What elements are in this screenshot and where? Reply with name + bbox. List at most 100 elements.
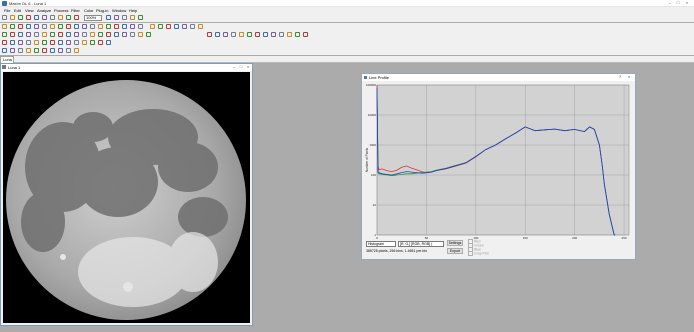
menu-plugin[interactable]: Plug-in xyxy=(96,7,108,14)
menu-analyze[interactable]: Analyze xyxy=(37,7,51,14)
toolbar-button-icon[interactable] xyxy=(66,24,71,29)
toolbar-button-icon[interactable] xyxy=(295,32,300,37)
toolbar-button-icon[interactable] xyxy=(130,15,135,20)
toolbar-button-icon[interactable] xyxy=(114,32,119,37)
toolbar-button-icon[interactable] xyxy=(58,40,63,45)
toolbar-button-icon[interactable] xyxy=(174,24,179,29)
toolbar-button-icon[interactable] xyxy=(90,32,95,37)
toolbar-button-icon[interactable] xyxy=(287,32,292,37)
toolbar-button-icon[interactable] xyxy=(207,32,212,37)
toolbar-button-icon[interactable] xyxy=(90,24,95,29)
toolbar-button-icon[interactable] xyxy=(90,40,95,45)
image-maximize-button[interactable]: □ xyxy=(239,65,243,69)
toolbar-button-icon[interactable] xyxy=(66,40,71,45)
menu-color[interactable]: Color xyxy=(84,7,94,14)
toolbar-button-icon[interactable] xyxy=(66,32,71,37)
toolbar-button-icon[interactable] xyxy=(34,48,39,53)
toolbar-button-icon[interactable] xyxy=(106,32,111,37)
toolbar-button-icon[interactable] xyxy=(58,24,63,29)
toolbar-button-icon[interactable] xyxy=(50,15,55,20)
mode-select[interactable]: Histogram xyxy=(366,241,396,247)
menu-window[interactable]: Window xyxy=(112,7,126,14)
toolbar-button-icon[interactable] xyxy=(114,15,119,20)
toolbar-button-icon[interactable] xyxy=(166,24,171,29)
toolbar-button-icon[interactable] xyxy=(74,32,79,37)
toolbar-button-icon[interactable] xyxy=(74,40,79,45)
toolbar-button-icon[interactable] xyxy=(18,48,23,53)
toolbar-button-icon[interactable] xyxy=(26,15,31,20)
image-minimize-button[interactable]: – xyxy=(232,65,236,69)
toolbar-button-icon[interactable] xyxy=(42,32,47,37)
export-button[interactable]: Export xyxy=(447,248,463,254)
toolbar-button-icon[interactable] xyxy=(215,32,220,37)
toolbar-button-icon[interactable] xyxy=(303,32,308,37)
toolbar-button-icon[interactable] xyxy=(66,15,71,20)
toolbar-button-icon[interactable] xyxy=(138,15,143,20)
toolbar-button-icon[interactable] xyxy=(58,48,63,53)
toolbar-button-icon[interactable] xyxy=(10,48,15,53)
toolbar-button-icon[interactable] xyxy=(34,40,39,45)
toolbar-button-icon[interactable] xyxy=(2,32,7,37)
toolbar-button-icon[interactable] xyxy=(122,24,127,29)
toolbar-button-icon[interactable] xyxy=(150,24,155,29)
toolbar-button-icon[interactable] xyxy=(106,40,111,45)
toolbar-button-icon[interactable] xyxy=(190,24,195,29)
menu-help[interactable]: Help xyxy=(129,7,137,14)
moon-image[interactable] xyxy=(3,72,250,323)
toolbar-button-icon[interactable] xyxy=(42,15,47,20)
toolbar-button-icon[interactable] xyxy=(18,15,23,20)
toolbar-button-icon[interactable] xyxy=(263,32,268,37)
toolbar-button-icon[interactable] xyxy=(82,32,87,37)
toolbar-button-icon[interactable] xyxy=(42,24,47,29)
line-profile-close-button[interactable]: × xyxy=(627,75,631,79)
toolbar-button-icon[interactable] xyxy=(50,40,55,45)
toolbar-button-icon[interactable] xyxy=(18,32,23,37)
toolbar-button-icon[interactable] xyxy=(50,48,55,53)
toolbar-button-icon[interactable] xyxy=(50,24,55,29)
toolbar-button-icon[interactable] xyxy=(26,24,31,29)
settings-button[interactable]: Settings xyxy=(447,240,463,246)
toolbar-button-icon[interactable] xyxy=(122,15,127,20)
help-button[interactable]: ? xyxy=(618,75,622,79)
close-button[interactable]: × xyxy=(685,1,689,5)
minimize-button[interactable]: – xyxy=(668,1,672,5)
toolbar-button-icon[interactable] xyxy=(58,15,63,20)
menu-filter[interactable]: Filter xyxy=(71,7,80,14)
toolbar-button-icon[interactable] xyxy=(26,40,31,45)
toolbar-button-icon[interactable] xyxy=(130,32,135,37)
toolbar-button-icon[interactable] xyxy=(239,32,244,37)
toolbar-button-icon[interactable] xyxy=(10,15,15,20)
toolbar-button-icon[interactable] xyxy=(50,32,55,37)
toolbar-button-icon[interactable] xyxy=(271,32,276,37)
toolbar-button-icon[interactable] xyxy=(2,48,7,53)
toolbar-button-icon[interactable] xyxy=(255,32,260,37)
toolbar-button-icon[interactable] xyxy=(146,32,151,37)
tab-luna-1[interactable]: Luna 1 xyxy=(0,56,14,68)
toolbar-button-icon[interactable] xyxy=(42,40,47,45)
image-close-button[interactable]: × xyxy=(246,65,250,69)
toolbar-button-icon[interactable] xyxy=(26,48,31,53)
toolbar-button-icon[interactable] xyxy=(98,24,103,29)
toolbar-button-icon[interactable] xyxy=(2,40,7,45)
menu-process[interactable]: Process xyxy=(54,7,68,14)
toolbar-button-icon[interactable] xyxy=(18,24,23,29)
menu-file[interactable]: File xyxy=(4,7,10,14)
toolbar-button-icon[interactable] xyxy=(2,24,7,29)
toolbar-button-icon[interactable] xyxy=(198,24,203,29)
toolbar-button-icon[interactable] xyxy=(74,48,79,53)
toolbar-button-icon[interactable] xyxy=(138,24,143,29)
toolbar-button-icon[interactable] xyxy=(74,24,79,29)
toolbar-button-icon[interactable] xyxy=(34,32,39,37)
toolbar-button-icon[interactable] xyxy=(98,32,103,37)
toolbar-button-icon[interactable] xyxy=(247,32,252,37)
toolbar-button-icon[interactable] xyxy=(34,24,39,29)
toolbar-button-icon[interactable] xyxy=(74,15,79,20)
toolbar-button-icon[interactable] xyxy=(98,40,103,45)
toolbar-button-icon[interactable] xyxy=(34,15,39,20)
toolbar-button-icon[interactable] xyxy=(82,24,87,29)
toolbar-button-icon[interactable] xyxy=(106,15,111,20)
toolbar-button-icon[interactable] xyxy=(130,24,135,29)
gray-plot-checkbox[interactable]: Gray Plot xyxy=(468,251,489,256)
toolbar-button-icon[interactable] xyxy=(231,32,236,37)
toolbar-button-icon[interactable] xyxy=(26,32,31,37)
